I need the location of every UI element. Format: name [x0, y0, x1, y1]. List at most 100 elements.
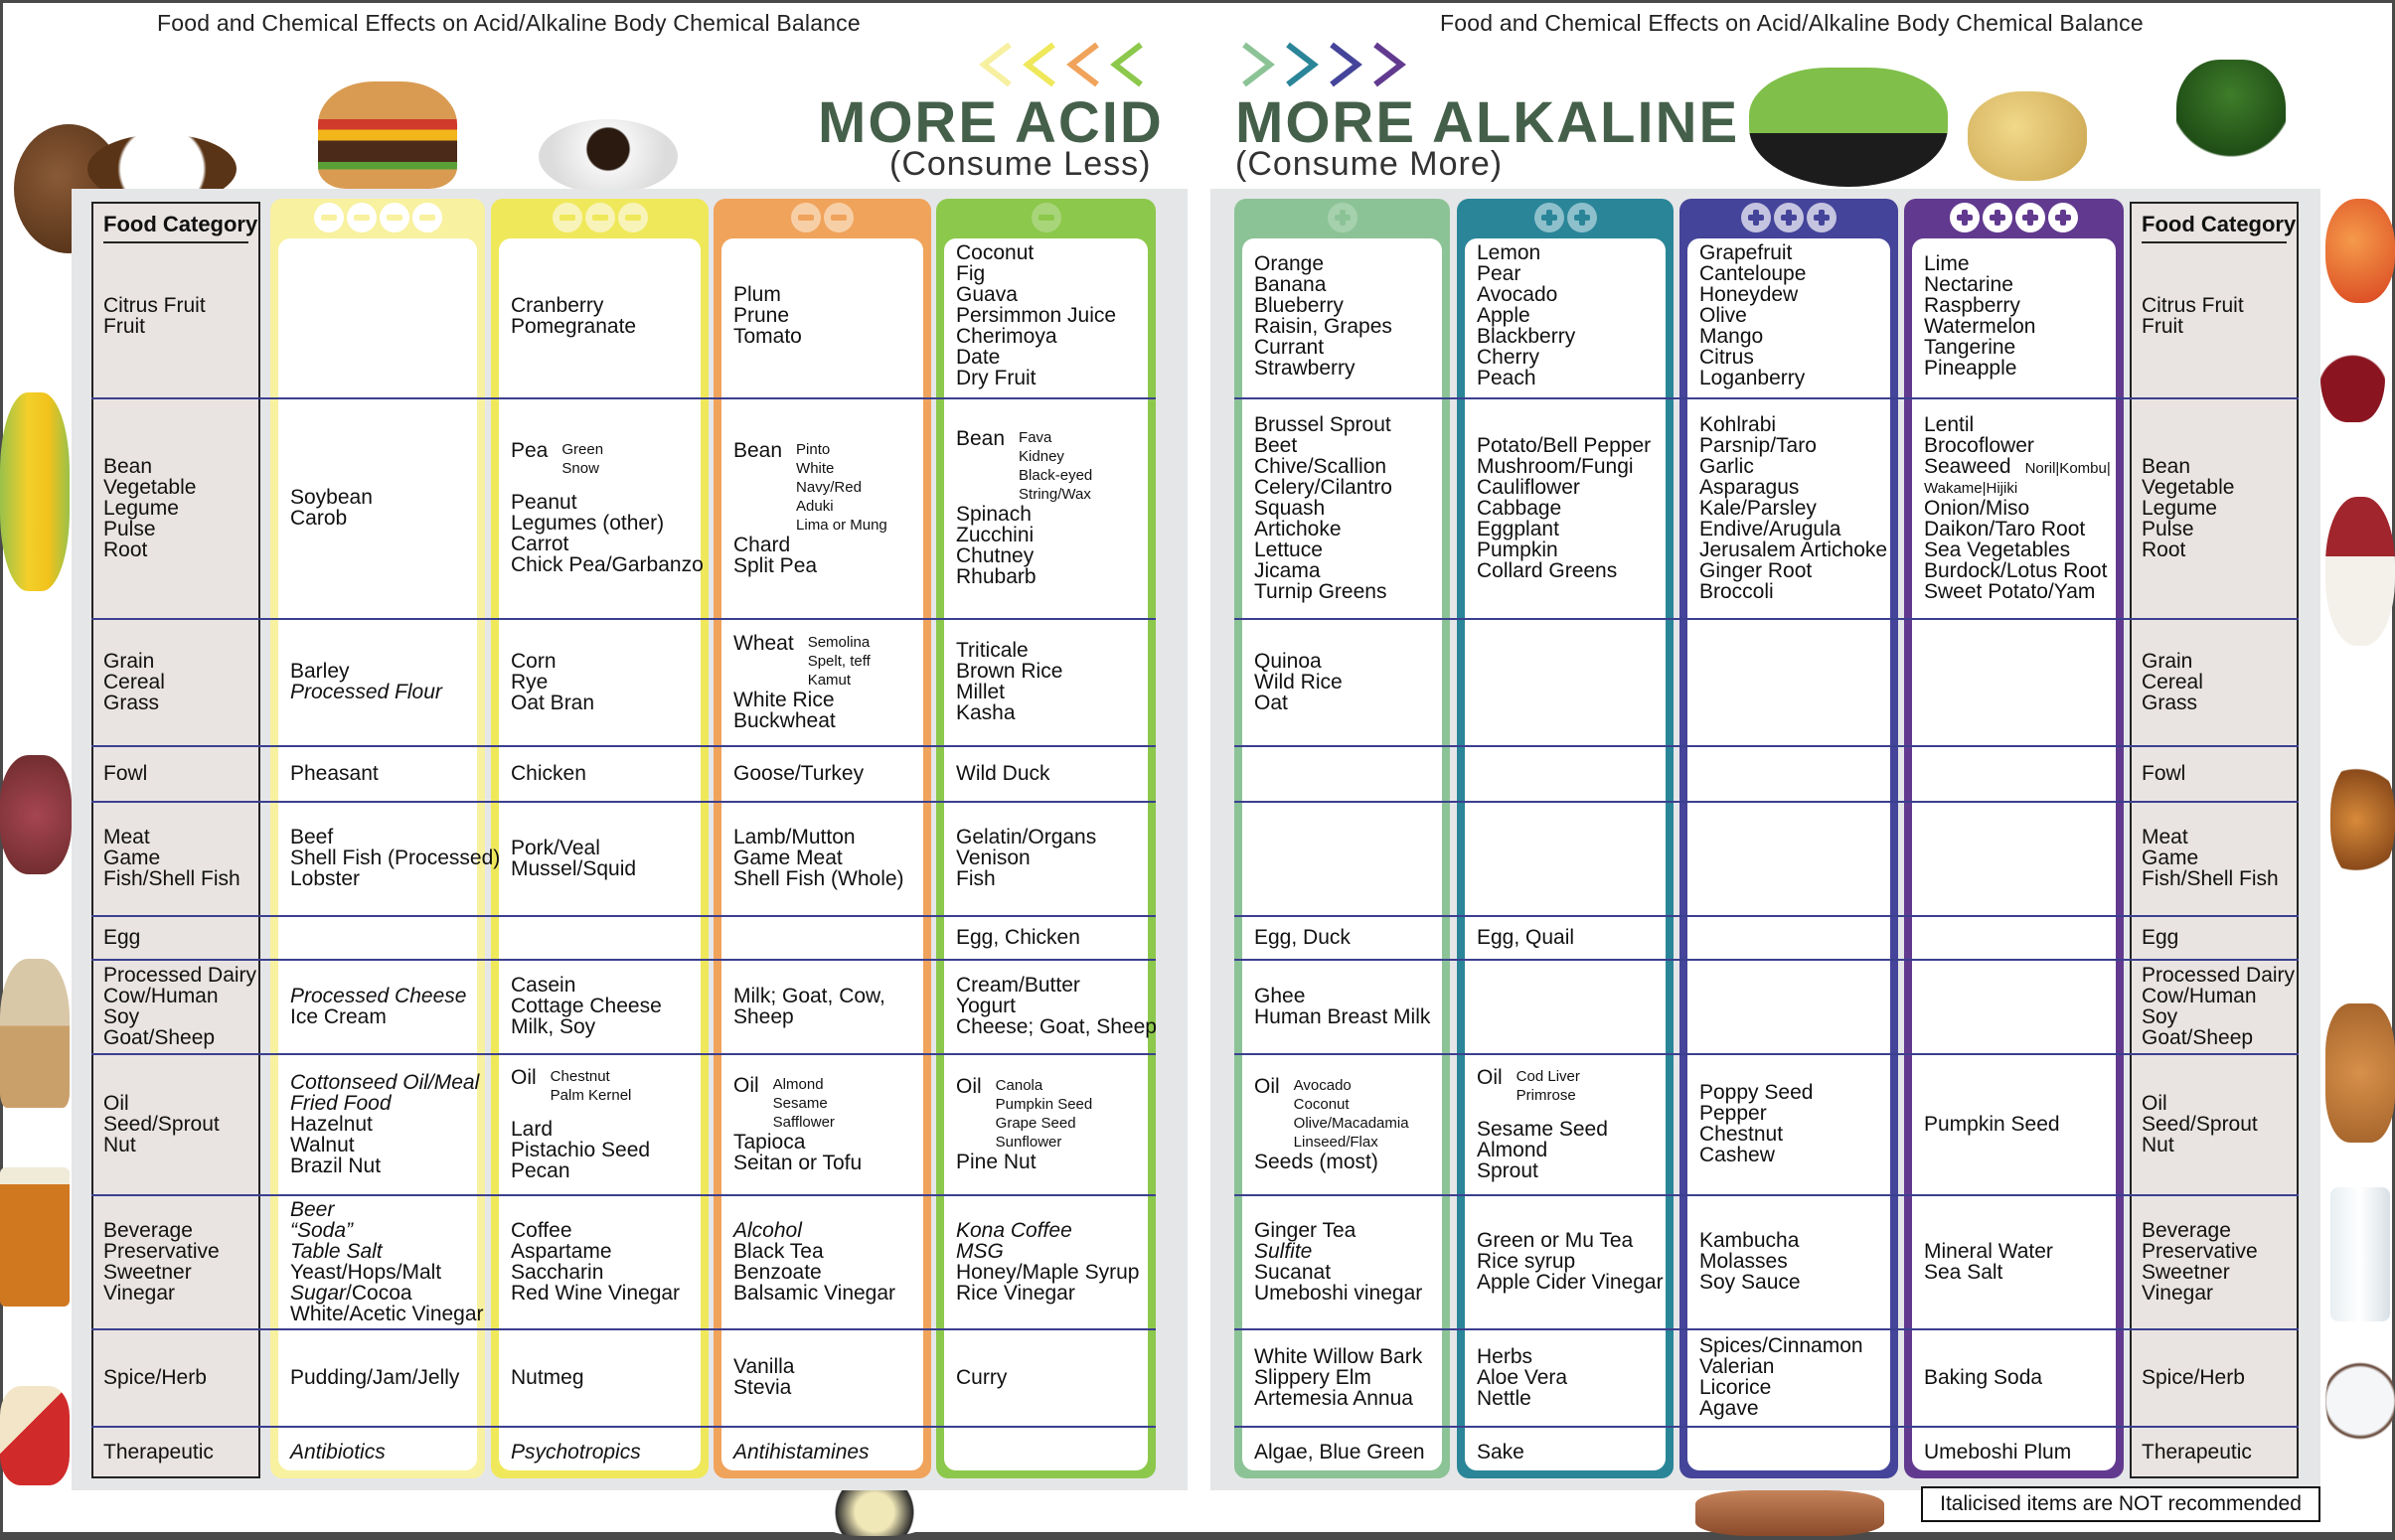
food-item-text: Raisin, Grapes [1254, 314, 1392, 338]
food-item: Cauliflower [1477, 477, 1651, 498]
food-item-text: Cream/Butter [956, 974, 1080, 997]
food-cell: Green or Mu Tea Rice syrup Apple Cider Vin… [1477, 1198, 1664, 1324]
minus-circle-icon [824, 203, 854, 232]
food-cell: Lentil Brocoflower Seaweed Noril|Kombu| Waka… [1924, 401, 2111, 614]
cherries-image [2320, 313, 2385, 422]
food-item: Human Breast Milk [1254, 1006, 1430, 1027]
food-cell: Coconut Fig Guava Persimmon Juice Cherimoya D… [956, 237, 1116, 393]
food-item: Date [956, 347, 1116, 368]
food-item: Sucanat [1254, 1262, 1422, 1283]
column-acid-4-rating [270, 203, 485, 232]
food-item: Oil Canola Pumpkin Seed Grape Seed Sunflower [956, 1076, 1092, 1152]
food-item-text: Chestnut [1699, 1123, 1784, 1146]
food-item: Balsamic Vinegar [733, 1283, 895, 1304]
food-item-text: Pineapple [1924, 356, 2017, 380]
food-item-text: Shell Fish (Whole) [733, 867, 904, 890]
category-label: Spice/Herb [103, 1365, 207, 1389]
food-item-text: Wild Duck [956, 761, 1050, 785]
minus-circle-icon [617, 203, 648, 232]
food-item-text: Molasses [1699, 1250, 1788, 1273]
food-item: Coconut [956, 242, 1116, 263]
food-item-text: Curry [956, 1365, 1008, 1389]
category-cell: Grain Cereal Grass [2142, 618, 2203, 745]
food-item: Turnip Greens [1254, 581, 1392, 602]
food-item: Spinach [956, 504, 1092, 525]
food-item: Sesame Seed [1477, 1119, 1608, 1140]
acid-subheading: (Consume Less) [889, 145, 1152, 183]
food-item-text: Tangerine [1924, 335, 2016, 359]
category-cell: Grain Cereal Grass [103, 618, 165, 745]
row-divider [91, 801, 1156, 803]
food-item-text: Persimmon Juice [956, 304, 1117, 327]
food-item: Banana [1254, 274, 1392, 295]
minus-circle-icon [411, 203, 442, 232]
category-cell: Processed Dairy Cow/Human Soy Goat/Sheep [103, 959, 256, 1053]
food-item-text: Oat Bran [511, 691, 595, 714]
food-cell: Pumpkin Seed [1924, 1057, 2060, 1190]
category-label: Root [2142, 538, 2186, 561]
category-label: Grain [103, 649, 155, 673]
food-item: Rice Vinegar [956, 1283, 1139, 1304]
page-subtitle-right: Food and Chemical Effects on Acid/Alkali… [1440, 10, 2144, 36]
food-cell: Alcohol Black Tea Benzoate Balsamic Vinegar [733, 1198, 895, 1324]
food-item: Apple Cider Vinegar [1477, 1272, 1664, 1293]
food-subtype: Spelt, teff [807, 652, 871, 670]
food-item: Carob [290, 508, 373, 529]
plus-circle-icon [1807, 203, 1836, 232]
category-cell: Egg [103, 915, 140, 959]
food-item: Pistachio Seed [511, 1140, 650, 1160]
broccoli-image [2176, 60, 2286, 179]
food-item-text: Citrus [1699, 346, 1754, 369]
food-item-text: Sprout [1477, 1158, 1538, 1182]
chevron-right-icon [1373, 42, 1406, 87]
food-cell: Herbs Aloe Vera Nettle [1477, 1332, 1567, 1422]
almonds-image [2325, 1003, 2395, 1143]
food-item-text: Sake [1477, 1441, 1524, 1463]
row-divider [91, 618, 1156, 620]
category-label: Root [103, 538, 148, 561]
food-subtype: Avocado [1293, 1076, 1352, 1094]
food-cell: Plum Prune Tomato [733, 237, 802, 393]
ice-cream-image [0, 959, 70, 1108]
food-item-text: Lime [1924, 251, 1970, 275]
food-item-text: Raspberry [1924, 293, 2020, 317]
food-item: Spices/Cinnamon [1699, 1335, 1863, 1356]
food-item: Oil Almond Sesame Safflower [733, 1075, 862, 1132]
food-item: Pine Nut [956, 1152, 1092, 1172]
minus-circle-icon [1031, 203, 1061, 232]
food-item-text: Gelatin/Organs [956, 826, 1097, 848]
food-item-text: Pomegranate [511, 314, 637, 338]
row-divider [1234, 801, 2299, 803]
category-cell: Egg [2142, 915, 2178, 959]
food-item-text: Olive [1699, 304, 1747, 327]
column-alk-3-rating [1679, 203, 1898, 232]
food-cell: Milk; Goat, Cow, Sheep [733, 963, 885, 1049]
category-label: Processed Dairy [103, 963, 257, 987]
row-divider [1234, 1426, 2299, 1428]
category-label: Vegetable [2142, 475, 2235, 499]
category-label: Fruit [103, 314, 145, 338]
food-item-text: Millet [956, 681, 1006, 703]
food-item-text: Garlic [1699, 454, 1754, 478]
food-cell: Lamb/Mutton Game Meat Shell Fish (Whole) [733, 805, 904, 911]
food-item: Seeds (most) [1254, 1152, 1409, 1172]
food-item: Artemesia Annua [1254, 1388, 1422, 1409]
plus-circle-icon [1533, 203, 1564, 232]
food-item-text: Parsnip/Taro [1699, 433, 1817, 457]
food-item: Ghee [1254, 986, 1430, 1006]
food-item-subtypes: Fava Kidney Black-eyed String/Wax [1019, 428, 1092, 504]
food-cell: Kohlrabi Parsnip/Taro Garlic Asparagus Kale/… [1699, 401, 1887, 614]
category-label: Pulse [103, 517, 156, 540]
food-cell: Mineral Water Sea Salt [1924, 1198, 2053, 1324]
food-item: Seitan or Tofu [733, 1153, 862, 1173]
food-item-text: Sesame Seed [1477, 1117, 1608, 1141]
food-item-text: Mushroom/Fungi [1477, 454, 1634, 478]
food-item-text: Oil [1254, 1074, 1280, 1098]
food-item-subtypes: Green Snow [561, 440, 603, 478]
food-item: Umeboshi vinegar [1254, 1283, 1422, 1304]
food-item-text: Wakame|Hijiki [1924, 479, 2018, 497]
food-item-text: Pumpkin Seed [1924, 1112, 2060, 1136]
food-item: Zucchini [956, 525, 1092, 545]
food-item-text: Blackberry [1477, 325, 1576, 348]
food-subtype: Black-eyed [1019, 467, 1093, 484]
